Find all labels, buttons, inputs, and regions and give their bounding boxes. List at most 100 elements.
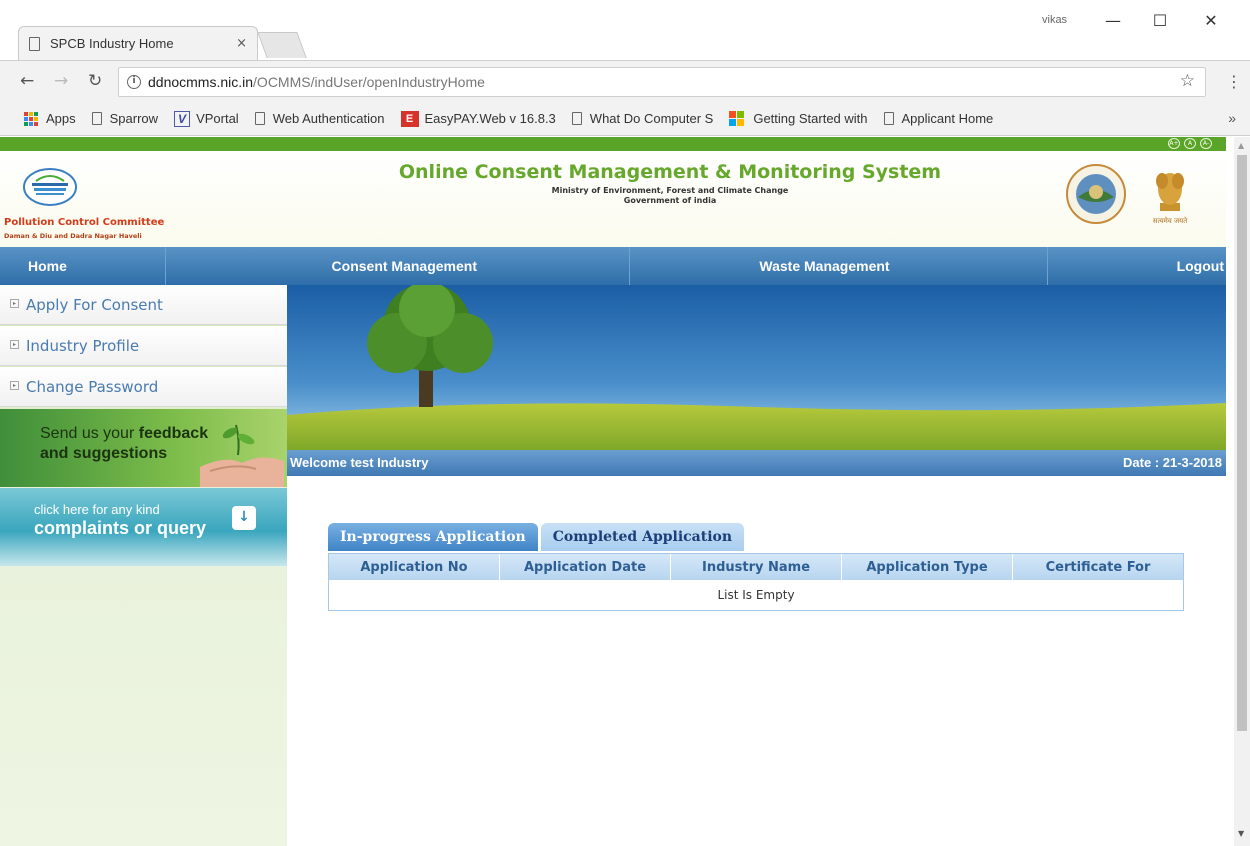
font-decrease-button[interactable]: A- xyxy=(1200,138,1212,149)
applications-table: Application No Application Date Industry… xyxy=(328,553,1184,611)
tab-in-progress-application[interactable]: In-progress Application xyxy=(328,523,538,551)
bookmark-easypay[interactable]: E EasyPAY.Web v 16.8.3 xyxy=(400,110,556,127)
reload-icon[interactable]: ↻ xyxy=(88,71,102,91)
nav-waste-management[interactable]: Waste Management xyxy=(630,247,1048,285)
document-icon xyxy=(571,112,582,125)
font-size-controls: A+ A A- xyxy=(1168,138,1212,149)
org-subtitle: Daman & Diu and Dadra Nagar Haveli xyxy=(4,232,142,240)
scroll-up-icon[interactable]: ▲ xyxy=(1238,141,1244,150)
document-icon xyxy=(29,36,40,51)
hands-plant-icon xyxy=(200,424,284,487)
tab-completed-application[interactable]: Completed Application xyxy=(540,523,745,551)
info-icon[interactable]: i xyxy=(127,75,141,89)
new-tab-button[interactable] xyxy=(257,32,307,58)
bookmark-label: Apps xyxy=(46,111,76,126)
bookmark-apps[interactable]: Apps xyxy=(24,111,76,126)
column-certificate-for[interactable]: Certificate For xyxy=(1013,554,1183,580)
table-header-row: Application No Application Date Industry… xyxy=(329,554,1183,580)
maximize-icon[interactable]: ☐ xyxy=(1145,8,1175,34)
scroll-down-icon[interactable]: ▼ xyxy=(1238,829,1244,838)
easypay-icon: E xyxy=(400,110,419,127)
url-input[interactable]: i ddnocmms.nic.in/OCMMS/indUser/openIndu… xyxy=(118,67,1206,97)
profile-name[interactable]: vikas xyxy=(1042,14,1067,26)
sidebar-item-label: Change Password xyxy=(26,377,159,396)
site-header: Pollution Control Committee Daman & Diu … xyxy=(0,151,1226,247)
close-window-icon[interactable]: ✕ xyxy=(1196,8,1226,34)
minimize-icon[interactable]: — xyxy=(1098,8,1128,34)
bookmarks-overflow-icon[interactable]: » xyxy=(1228,110,1236,126)
sidebar-item-apply-for-consent[interactable]: ▸ Apply For Consent xyxy=(0,285,287,325)
application-tabs: In-progress Application Completed Applic… xyxy=(328,523,747,551)
complaint-line1: click here for any kind xyxy=(34,502,160,517)
microsoft-icon xyxy=(729,110,745,127)
bookmark-web-authentication[interactable]: Web Authentication xyxy=(254,111,385,126)
complaint-banner[interactable]: click here for any kind complaints or qu… xyxy=(0,488,287,566)
document-icon xyxy=(883,112,894,125)
column-industry-name[interactable]: Industry Name xyxy=(671,554,842,580)
bullet-icon: ▸ xyxy=(10,340,19,349)
bookmark-sparrow[interactable]: Sparrow xyxy=(91,111,159,126)
url-path: /OCMMS/indUser/openIndustryHome xyxy=(253,74,485,90)
feedback-prefix: Send us your xyxy=(40,425,139,442)
feedback-banner[interactable]: Send us your feedback and suggestions xyxy=(0,409,287,487)
bookmark-vportal[interactable]: V VPortal xyxy=(174,110,239,127)
bookmark-label: What Do Computer S xyxy=(589,111,714,126)
header-banner-image xyxy=(287,285,1226,450)
bullet-icon: ▸ xyxy=(10,381,19,390)
tab-close-icon[interactable]: × xyxy=(236,36,247,51)
vportal-icon: V xyxy=(174,110,191,127)
sidebar-item-label: Apply For Consent xyxy=(26,295,163,314)
current-date: Date : 21-3-2018 xyxy=(1123,455,1222,470)
government-name: Government of india xyxy=(623,196,717,205)
tab-title: SPCB Industry Home xyxy=(50,36,174,51)
bookmark-star-icon[interactable]: ☆ xyxy=(1180,71,1195,91)
page-scrollbar[interactable]: ▲ ▼ xyxy=(1234,137,1250,846)
feedback-line2: and suggestions xyxy=(40,445,168,462)
url-host: ddnocmms.nic.in xyxy=(148,74,254,90)
address-bar: ← → ↻ i ddnocmms.nic.in/OCMMS/indUser/op… xyxy=(0,60,1250,102)
browser-menu-icon[interactable]: ⋮ xyxy=(1226,72,1242,91)
complaint-line2: complaints or query xyxy=(34,518,207,538)
empty-list-message: List Is Empty xyxy=(329,580,1183,610)
document-icon xyxy=(91,112,102,125)
site-title: Online Consent Management & Monitoring S… xyxy=(398,161,942,183)
forward-icon[interactable]: → xyxy=(54,71,68,91)
national-emblem-icon: सत्यमेव जयते xyxy=(1153,173,1188,225)
nav-consent-management[interactable]: Consent Management xyxy=(166,247,630,285)
back-icon[interactable]: ← xyxy=(20,71,34,91)
bookmark-getting-started[interactable]: Getting Started with xyxy=(729,110,868,127)
bullet-icon: ▸ xyxy=(10,299,19,308)
bookmark-label: EasyPAY.Web v 16.8.3 xyxy=(424,111,556,126)
bookmark-label: VPortal xyxy=(196,111,239,126)
bookmark-what-do-computer[interactable]: What Do Computer S xyxy=(571,111,714,126)
column-application-type[interactable]: Application Type xyxy=(842,554,1013,580)
browser-titlebar: SPCB Industry Home × vikas — ☐ ✕ xyxy=(0,0,1250,60)
nav-home[interactable]: Home xyxy=(0,247,166,285)
font-normal-button[interactable]: A xyxy=(1184,138,1196,149)
document-icon xyxy=(254,112,265,125)
column-application-no[interactable]: Application No xyxy=(329,554,500,580)
svg-text:सत्यमेव जयते: सत्यमेव जयते xyxy=(1153,216,1188,225)
browser-tab[interactable]: SPCB Industry Home × xyxy=(18,26,258,60)
bookmark-label: Sparrow xyxy=(109,111,159,126)
font-increase-button[interactable]: A+ xyxy=(1168,138,1180,149)
main-nav: Home Consent Management Waste Management… xyxy=(0,247,1226,285)
welcome-bar: Welcome test Industry Date : 21-3-2018 xyxy=(287,450,1226,476)
cpcb-emblem-icon xyxy=(1066,164,1126,224)
scroll-thumb[interactable] xyxy=(1237,155,1247,731)
column-application-date[interactable]: Application Date xyxy=(500,554,671,580)
welcome-text: Welcome test Industry xyxy=(290,455,429,470)
page-viewport: A+ A A- Pollution Control Committee Dama… xyxy=(0,137,1234,846)
bookmark-applicant-home[interactable]: Applicant Home xyxy=(883,111,994,126)
bookmarks-bar: Apps Sparrow V VPortal Web Authenticatio… xyxy=(0,102,1250,136)
nav-logout[interactable]: Logout xyxy=(1048,247,1226,285)
sidebar-item-change-password[interactable]: ▸ Change Password xyxy=(0,367,287,407)
arrow-down-icon[interactable]: ↓ xyxy=(232,506,256,530)
bookmark-label: Applicant Home xyxy=(901,111,994,126)
sidebar-item-industry-profile[interactable]: ▸ Industry Profile xyxy=(0,326,287,366)
top-green-bar: A+ A A- xyxy=(0,137,1226,151)
sidebar-item-label: Industry Profile xyxy=(26,336,140,355)
bookmark-label: Web Authentication xyxy=(272,111,385,126)
bookmark-label: Getting Started with xyxy=(753,111,868,126)
org-name: Pollution Control Committee xyxy=(4,217,165,228)
